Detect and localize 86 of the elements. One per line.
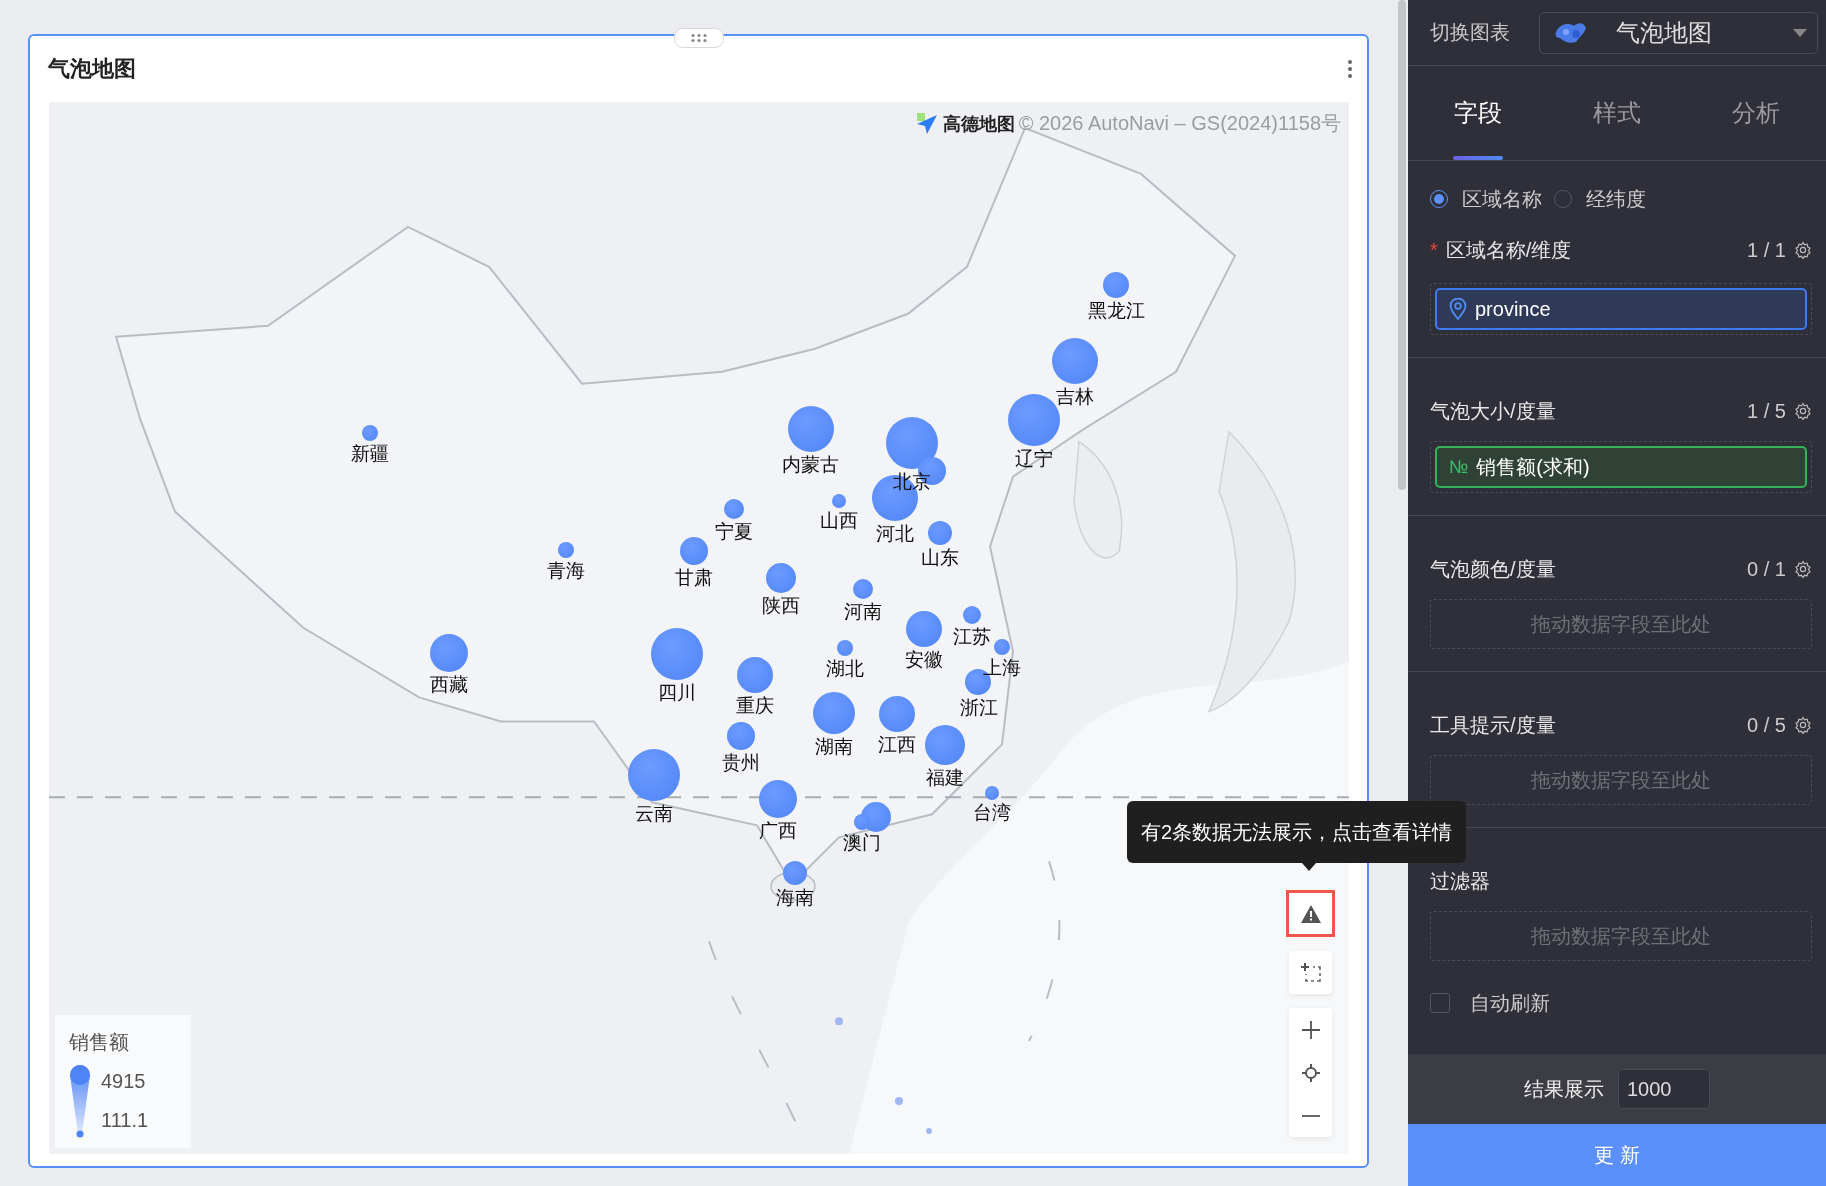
settings-icon[interactable] (1794, 716, 1812, 734)
bubble-label: 山西 (820, 509, 859, 532)
checkbox-icon[interactable] (1430, 993, 1450, 1013)
more-icon[interactable] (1347, 59, 1353, 79)
settings-icon[interactable] (1794, 560, 1812, 578)
tooltip-arrow-icon (1302, 863, 1316, 871)
bubble-label: 安徽 (904, 649, 943, 672)
crosshair-icon (1300, 1062, 1321, 1083)
field-chip[interactable]: province (1435, 288, 1807, 330)
bubble-label: 山东 (920, 547, 959, 570)
drop-hint: 拖动数据字段至此处 (1531, 611, 1711, 637)
chart-switch-label: 切换图表 (1430, 20, 1510, 45)
section-title: 过滤器 (1430, 868, 1491, 894)
drag-handle-icon[interactable] (673, 28, 724, 48)
zoom-in-button[interactable] (1289, 1008, 1332, 1051)
map-logo-icon (914, 112, 939, 135)
panel-tab[interactable]: 样式 (1547, 66, 1687, 160)
bubble-label: 上海 (982, 656, 1021, 679)
bubble-label: 江苏 (953, 626, 991, 649)
bubble-label: 陕西 (761, 594, 800, 617)
legend-title: 销售额 (69, 1030, 130, 1055)
bubble-label: 河北 (876, 522, 915, 545)
bubble-label: 青海 (547, 560, 586, 583)
bubble-label: 甘肃 (674, 567, 713, 590)
bubble-label: 云南 (634, 803, 673, 826)
panel-tab[interactable]: 分析 (1686, 66, 1826, 160)
minus-icon (1301, 1114, 1320, 1117)
auto-refresh-checkbox[interactable]: 自动刷新 (1430, 989, 1550, 1017)
scrollbar-thumb[interactable] (1398, 0, 1406, 490)
field-chip[interactable]: № 销售额(求和) (1435, 446, 1807, 488)
field-name: 销售额(求和) (1476, 454, 1590, 480)
bubble-label: 福建 (925, 766, 964, 789)
drop-hint: 拖动数据字段至此处 (1531, 923, 1711, 949)
drop-hint: 拖动数据字段至此处 (1531, 767, 1711, 793)
bubble-label: 新疆 (351, 443, 390, 466)
warning-button[interactable] (1286, 890, 1335, 937)
section-title: 工具提示/度量 (1430, 712, 1557, 738)
bubble-label: 台湾 (972, 802, 1011, 825)
field-count: 0 / 1 (1747, 557, 1786, 581)
section-title: 气泡颜色/度量 (1430, 556, 1557, 582)
section-title: 气泡大小/度量 (1430, 398, 1557, 424)
result-limit-field[interactable]: 1000 (1618, 1069, 1710, 1109)
mode-radio[interactable]: 区域名称 (1430, 185, 1542, 213)
bubble-label: 海南 (776, 887, 815, 910)
bubble-label: 吉林 (1055, 385, 1094, 408)
bubble-label: 重庆 (735, 695, 774, 718)
bubble-label: 湖北 (825, 658, 864, 680)
bubble-label: 西藏 (430, 674, 469, 697)
settings-icon[interactable] (1794, 241, 1812, 259)
settings-icon[interactable] (1794, 402, 1812, 420)
result-limit-label: 结果展示 (1524, 1076, 1604, 1102)
field-count: 0 / 5 (1747, 713, 1786, 737)
bubble-label: 澳门 (842, 831, 881, 854)
legend-min: 111.1 (101, 1109, 149, 1132)
fit-view-button[interactable] (1289, 951, 1332, 994)
chart-title: 气泡地图 (48, 55, 137, 83)
required-mark: * (1430, 238, 1438, 262)
bubble-label: 湖南 (815, 736, 854, 759)
bubble-label: 江西 (877, 734, 916, 757)
bubble-label: 河南 (843, 601, 882, 624)
field-name: province (1475, 297, 1551, 321)
warning-icon (1299, 903, 1322, 924)
bubble-label: 四川 (657, 682, 696, 705)
bubble-label: 黑龙江 (1087, 300, 1145, 323)
size-scale-icon (69, 1064, 91, 1138)
legend-max: 4915 (101, 1070, 147, 1093)
mode-radio[interactable]: 经纬度 (1554, 185, 1646, 213)
caret-icon (1793, 28, 1807, 37)
bubble-label: 浙江 (959, 696, 998, 719)
number-type-icon: № (1449, 456, 1469, 478)
bubble-label: 辽宁 (1015, 447, 1054, 470)
plus-icon (1300, 1019, 1321, 1040)
field-count: 1 / 1 (1747, 238, 1786, 262)
fit-view-icon (1299, 961, 1322, 984)
warning-tooltip: 有2条数据无法展示，点击查看详情 (1127, 801, 1467, 863)
chart-type-select[interactable]: 气泡地图 (1539, 11, 1818, 54)
bubble-label: 宁夏 (715, 521, 754, 544)
bubble-label: 广西 (759, 820, 798, 843)
section-title: 区域名称/维度 (1445, 237, 1573, 263)
field-count: 1 / 5 (1747, 399, 1786, 423)
panel-tab[interactable]: 字段 (1408, 66, 1548, 160)
bubble-label: 贵州 (721, 752, 760, 775)
location-pin-icon (1449, 298, 1467, 320)
map-attribution: © 2026 AutoNavi – GS(2024)1158号 (1018, 111, 1341, 136)
bubble-label: 内蒙古 (782, 454, 840, 477)
map-brand: 高德地图 (942, 112, 1015, 136)
